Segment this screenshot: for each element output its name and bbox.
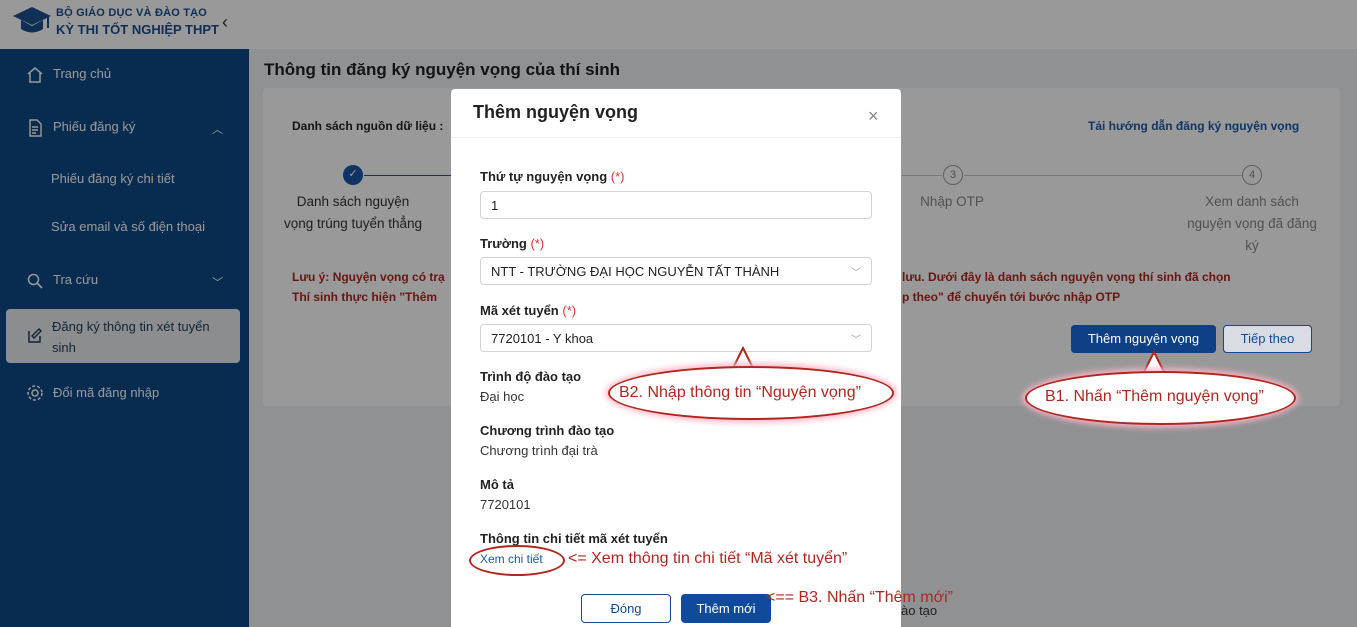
add-new-button[interactable]: Thêm mới xyxy=(681,594,771,623)
level-label: Trình độ đào tạo xyxy=(480,369,582,384)
close-button[interactable]: Đóng xyxy=(581,594,671,623)
description-value: 7720101 xyxy=(480,497,531,512)
close-icon[interactable]: × xyxy=(868,106,879,127)
admission-code-value: 7720101 - Y khoa xyxy=(491,331,594,346)
order-label-text: Thứ tự nguyện vọng xyxy=(480,169,608,184)
chevron-down-icon: ﹀ xyxy=(851,335,861,346)
program-value: Chương trình đại trà xyxy=(480,443,598,458)
view-detail-link[interactable]: Xem chi tiết xyxy=(480,552,543,566)
code-label-text: Mã xét tuyển xyxy=(480,303,559,318)
level-value: Đại học xyxy=(480,389,525,404)
modal-divider xyxy=(451,137,901,138)
callout-b1-text: B1. Nhấn “Thêm nguyện vọng” xyxy=(1045,388,1264,405)
next-button-dimmed[interactable]: Tiếp theo xyxy=(1223,325,1312,353)
school-label-text: Trường xyxy=(480,236,527,251)
description-label: Mô tả xyxy=(480,477,514,492)
order-input[interactable]: 1 xyxy=(480,191,872,219)
detail-label: Thông tin chi tiết mã xét tuyển xyxy=(480,531,668,546)
callout-b3-text: <== B3. Nhấn “Thêm mới” xyxy=(766,589,954,606)
school-select[interactable]: NTT - TRƯỜNG ĐẠI HỌC NGUYỄN TẤT THÀNH ﹀ xyxy=(480,257,872,285)
callout-b2-text: B2. Nhập thông tin “Nguyện vọng” xyxy=(619,384,861,401)
modal-title: Thêm nguyện vọng xyxy=(473,102,639,122)
required-mark: (*) xyxy=(562,303,577,318)
required-mark: (*) xyxy=(530,236,545,251)
add-preference-button-highlight[interactable]: Thêm nguyện vọng xyxy=(1071,325,1216,353)
code-label: Mã xét tuyển (*) xyxy=(480,303,576,318)
admission-code-select[interactable]: 7720101 - Y khoa ﹀ xyxy=(480,324,872,352)
school-label: Trường (*) xyxy=(480,236,544,251)
order-label: Thứ tự nguyện vọng (*) xyxy=(480,169,625,184)
chevron-down-icon: ﹀ xyxy=(851,268,861,279)
required-mark: (*) xyxy=(610,169,625,184)
callout-detail-text: <= Xem thông tin chi tiết “Mã xét tuyển” xyxy=(568,550,848,567)
program-label: Chương trình đào tạo xyxy=(480,423,615,438)
school-select-value: NTT - TRƯỜNG ĐẠI HỌC NGUYỄN TẤT THÀNH xyxy=(491,264,780,279)
